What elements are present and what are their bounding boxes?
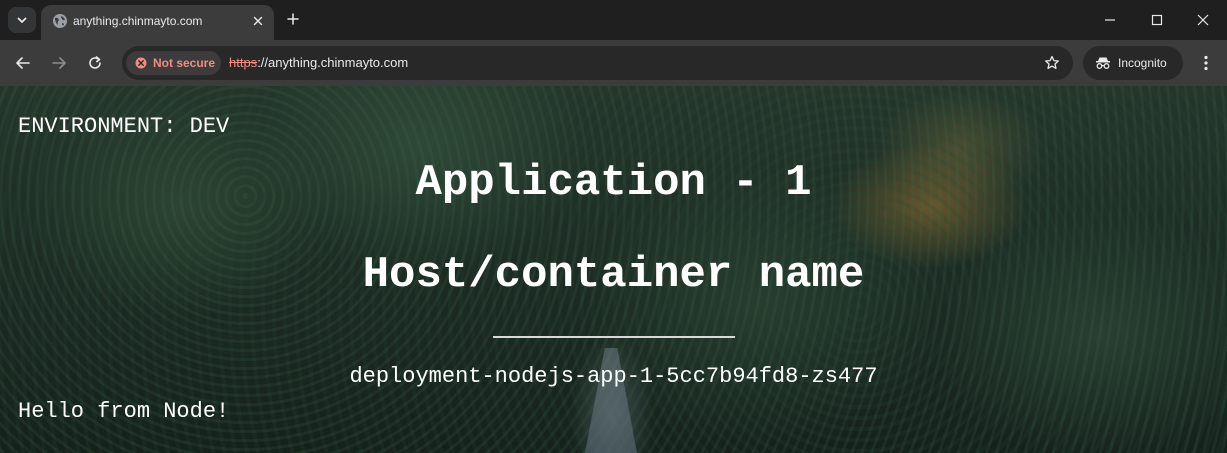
- forward-button[interactable]: [46, 50, 72, 76]
- reload-button[interactable]: [82, 50, 108, 76]
- chevron-down-icon: [17, 17, 27, 23]
- tab-strip: anything.chinmayto.com: [0, 0, 1227, 40]
- window-close-button[interactable]: [1180, 0, 1226, 40]
- browser-toolbar: Not secure https://anything.chinmayto.co…: [0, 40, 1227, 86]
- close-icon: [1197, 14, 1209, 26]
- new-tab-button[interactable]: [282, 8, 304, 30]
- tab-search-button[interactable]: [8, 7, 36, 33]
- application-title: Application - 1: [415, 158, 812, 208]
- incognito-profile-button[interactable]: Incognito: [1083, 46, 1183, 80]
- url-scheme: https: [229, 55, 258, 70]
- warning-circle-icon: [135, 57, 147, 69]
- divider: [493, 336, 735, 338]
- tab-close-button[interactable]: [249, 12, 267, 30]
- globe-icon: [53, 14, 67, 28]
- minimize-icon: [1105, 19, 1115, 21]
- bookmark-button[interactable]: [1043, 54, 1061, 72]
- incognito-label: Incognito: [1118, 56, 1167, 70]
- browser-menu-button[interactable]: [1193, 50, 1219, 76]
- maximize-button[interactable]: [1134, 0, 1180, 40]
- security-indicator[interactable]: Not secure: [126, 51, 221, 75]
- minimize-button[interactable]: [1087, 0, 1133, 40]
- arrow-right-icon: [52, 57, 66, 69]
- more-vert-icon: [1204, 55, 1208, 71]
- star-icon: [1045, 55, 1059, 70]
- host-heading: Host/container name: [362, 250, 865, 300]
- greeting-text: Hello from Node!: [18, 399, 230, 424]
- active-tab[interactable]: anything.chinmayto.com: [41, 5, 274, 40]
- environment-label: ENVIRONMENT: DEV: [18, 114, 230, 139]
- not-secure-label: Not secure: [153, 56, 216, 70]
- url-host: ://anything.chinmayto.com: [257, 55, 409, 70]
- url-text[interactable]: https://anything.chinmayto.com: [229, 55, 408, 70]
- tab-title: anything.chinmayto.com: [73, 14, 203, 28]
- arrow-left-icon: [16, 57, 30, 69]
- hostname-value: deployment-nodejs-app-1-5cc7b94fd8-zs477: [349, 364, 878, 389]
- address-bar[interactable]: Not secure https://anything.chinmayto.co…: [122, 46, 1073, 80]
- back-button[interactable]: [10, 50, 36, 76]
- incognito-icon: [1096, 57, 1110, 69]
- page-viewport: ENVIRONMENT: DEV Application - 1 Host/co…: [0, 86, 1227, 453]
- reload-icon: [89, 56, 101, 69]
- close-icon: [253, 16, 263, 26]
- plus-icon: [287, 13, 299, 25]
- maximize-icon: [1151, 14, 1163, 26]
